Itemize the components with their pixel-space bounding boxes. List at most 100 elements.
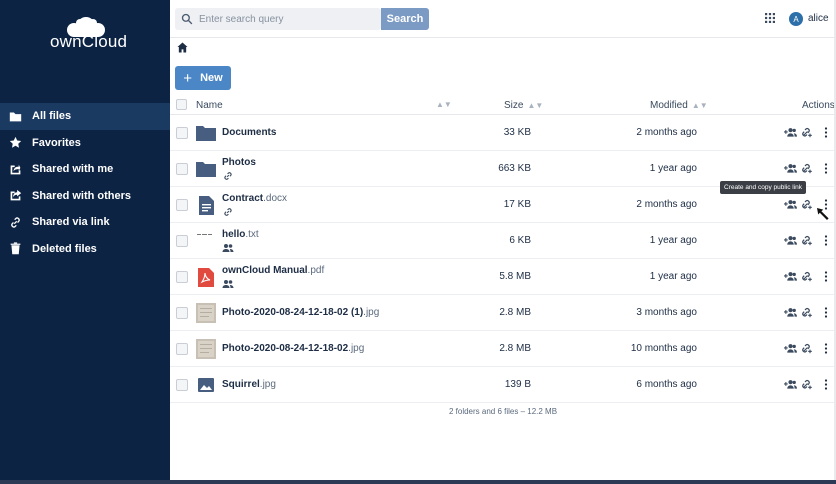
row-checkbox[interactable] (176, 199, 188, 211)
file-name[interactable]: Photo-2020-08-24-12-18-02.jpg (222, 343, 364, 354)
more-actions-icon[interactable] (824, 127, 828, 138)
row-checkbox[interactable] (176, 235, 188, 247)
table-row[interactable]: Photo-2020-08-24-12-18-02 (1).jpg 2.8 MB 3… (170, 295, 836, 331)
document-icon (198, 195, 214, 215)
more-actions-icon[interactable] (824, 343, 828, 354)
file-name[interactable]: Contract.docx (222, 193, 287, 204)
more-actions-icon[interactable] (824, 271, 828, 282)
owncloud-logo[interactable]: ownCloud (50, 16, 127, 56)
file-name[interactable]: Squirrel.jpg (222, 379, 276, 390)
file-modified: 1 year ago (649, 271, 697, 282)
add-share-icon[interactable] (784, 127, 797, 138)
file-name[interactable]: hello.txt (222, 229, 259, 240)
sidebar-item-label: Shared with others (32, 189, 132, 202)
add-public-link-icon[interactable] (801, 199, 812, 210)
file-size: 139 B (504, 379, 531, 390)
sidebar-item-label: All files (32, 110, 72, 123)
file-modified: 2 months ago (636, 199, 697, 210)
table-row[interactable]: Photo-2020-08-24-12-18-02.jpg 2.8 MB 10 mo… (170, 331, 836, 367)
file-type-icon (196, 159, 216, 179)
mouse-pointer-icon (817, 208, 829, 220)
desktop-strip (0, 480, 836, 484)
sort-icon: ▲▼ (691, 101, 708, 110)
table-row[interactable]: Documents 33 KB 2 months ago (170, 115, 836, 151)
pdf-icon (198, 267, 214, 287)
add-share-icon[interactable] (784, 307, 797, 318)
row-checkbox[interactable] (176, 271, 188, 283)
column-header-name[interactable]: Name (196, 100, 223, 111)
sidebar-item-shared-via-link[interactable]: Shared via link (0, 209, 170, 236)
add-public-link-icon[interactable] (801, 127, 812, 138)
file-type-icon (196, 303, 216, 323)
sidebar-item-favorites[interactable]: Favorites (0, 130, 170, 157)
file-name[interactable]: Photo-2020-08-24-12-18-02 (1).jpg (222, 307, 379, 318)
file-type-icon (196, 195, 216, 215)
table-row[interactable]: hello.txt 6 KB 1 year ago (170, 223, 836, 259)
row-checkbox[interactable] (176, 307, 188, 319)
more-actions-icon[interactable] (824, 307, 828, 318)
home-icon[interactable] (177, 42, 188, 53)
add-share-icon[interactable] (784, 163, 797, 174)
more-actions-icon[interactable] (824, 379, 828, 390)
select-all-checkbox[interactable] (176, 99, 187, 110)
file-name[interactable]: ownCloud Manual.pdf (222, 265, 324, 276)
row-checkbox[interactable] (176, 127, 188, 139)
file-name[interactable]: Documents (222, 127, 276, 138)
photo-thumbnail (196, 303, 216, 323)
row-actions (784, 343, 834, 355)
file-size: 2.8 MB (499, 307, 531, 318)
file-size: 5.8 MB (499, 271, 531, 282)
file-size: 17 KB (503, 199, 531, 210)
row-checkbox[interactable] (176, 163, 188, 175)
row-checkbox[interactable] (176, 379, 188, 391)
link-icon (8, 215, 22, 229)
more-actions-icon[interactable] (824, 235, 828, 246)
search-button[interactable]: Search (381, 8, 429, 30)
column-header-size[interactable]: Size ▲▼ (504, 100, 543, 111)
add-share-icon[interactable] (784, 379, 797, 390)
file-type-icon (196, 339, 216, 359)
add-public-link-icon[interactable] (801, 271, 812, 282)
add-share-icon[interactable] (784, 343, 797, 354)
add-public-link-icon[interactable] (801, 307, 812, 318)
avatar[interactable]: A (789, 12, 803, 26)
row-actions (784, 379, 834, 391)
link-indicator-icon[interactable] (222, 207, 234, 217)
shared-people-icon[interactable] (222, 279, 234, 289)
shared-people-icon[interactable] (222, 243, 234, 253)
column-header-modified[interactable]: Modified ▲▼ (650, 100, 708, 111)
plus-icon: + (183, 69, 193, 87)
sort-icon: ▲▼ (527, 101, 544, 110)
sidebar-item-deleted-files[interactable]: Deleted files (0, 236, 170, 263)
add-public-link-icon[interactable] (801, 379, 812, 390)
sidebar-item-shared-with-others[interactable]: Shared with others (0, 183, 170, 210)
table-row[interactable]: ownCloud Manual.pdf 5.8 MB 1 year ago (170, 259, 836, 295)
add-public-link-icon[interactable] (801, 163, 812, 174)
add-share-icon[interactable] (784, 271, 797, 282)
more-actions-icon[interactable] (824, 163, 828, 174)
files-summary: 2 folders and 6 files – 12.2 MB (448, 407, 558, 416)
link-indicator-icon[interactable] (222, 171, 234, 181)
share-out-icon (8, 189, 22, 203)
search-input[interactable] (199, 13, 374, 25)
add-public-link-icon[interactable] (801, 235, 812, 246)
add-share-icon[interactable] (784, 235, 797, 246)
add-public-link-icon[interactable] (801, 343, 812, 354)
row-checkbox[interactable] (176, 343, 188, 355)
table-row[interactable]: Squirrel.jpg 139 B 6 months ago (170, 367, 836, 403)
new-button[interactable]: + New (175, 66, 231, 90)
table-body: Documents 33 KB 2 months ago Photos 663 KB 1 … (170, 115, 836, 403)
file-name[interactable]: Photos (222, 157, 256, 168)
image-icon (198, 378, 214, 392)
sort-icon[interactable]: ▲▼ (436, 100, 452, 109)
username[interactable]: alice (808, 13, 829, 24)
file-modified: 1 year ago (649, 163, 697, 174)
app-grid-icon[interactable] (765, 13, 775, 23)
sidebar-item-all-files[interactable]: All files (0, 103, 170, 130)
photo-thumbnail (196, 339, 216, 359)
add-share-icon[interactable] (784, 199, 797, 210)
table-header: Name ▲▼ Size ▲▼ Modified ▲▼ Actions (170, 94, 836, 115)
file-modified: 2 months ago (636, 127, 697, 138)
sidebar-item-shared-with-me[interactable]: Shared with me (0, 156, 170, 183)
file-type-icon (196, 267, 216, 287)
